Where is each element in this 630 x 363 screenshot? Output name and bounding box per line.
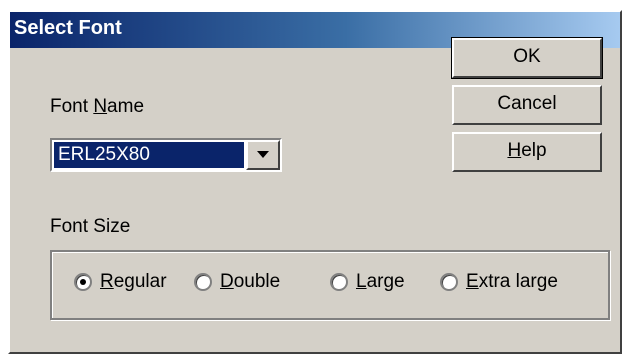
cancel-button[interactable]: Cancel — [452, 85, 602, 125]
dropdown-button[interactable] — [246, 140, 280, 170]
radio-dot — [80, 278, 86, 285]
radio-double[interactable]: Double — [194, 271, 280, 293]
radio-regular[interactable]: Regular — [74, 271, 167, 293]
radio-circle — [440, 272, 458, 291]
radio-circle — [74, 272, 92, 291]
dialog-title: Select Font — [14, 17, 122, 39]
font-size-label: Font Size — [50, 216, 131, 237]
radio-circle — [194, 272, 212, 291]
select-font-dialog: Select Font Font Name ERL25X80 Font Size… — [8, 10, 622, 354]
radio-circle — [330, 272, 348, 291]
help-button[interactable]: Help — [452, 132, 602, 172]
font-name-value: ERL25X80 — [54, 142, 244, 168]
font-name-label: Font Name — [50, 96, 145, 117]
radio-extra-large[interactable]: Extra large — [440, 271, 558, 293]
font-size-group: Regular Double Large Extra large — [50, 250, 610, 320]
font-name-combobox[interactable]: ERL25X80 — [50, 138, 282, 172]
radio-large[interactable]: Large — [330, 271, 405, 293]
chevron-down-icon — [257, 151, 269, 158]
ok-button[interactable]: OK — [451, 37, 603, 79]
